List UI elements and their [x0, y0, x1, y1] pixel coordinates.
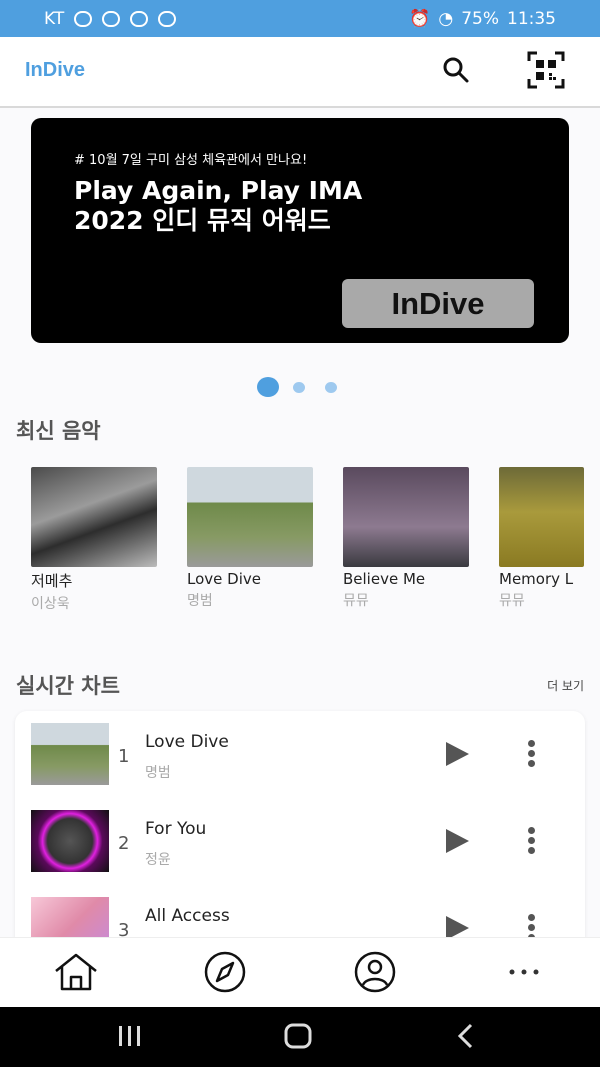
cloud-icon: [158, 11, 177, 27]
album-card[interactable]: Love Dive 명범: [187, 467, 313, 610]
carousel-dot[interactable]: [293, 382, 305, 393]
clock: 11:35: [507, 9, 556, 29]
nav-more-button[interactable]: [500, 951, 548, 993]
carousel-dot-active[interactable]: [257, 377, 279, 397]
track-title: Love Dive: [145, 732, 229, 752]
screenshot-icon: [130, 11, 149, 27]
back-icon[interactable]: [456, 1023, 476, 1049]
carousel-indicator: [0, 377, 600, 397]
qr-scan-button[interactable]: [527, 51, 565, 89]
play-icon[interactable]: [446, 742, 469, 766]
app-logo: InDive: [25, 59, 86, 81]
chart-row[interactable]: 2 For You 정윤: [15, 810, 585, 897]
latest-music-title: 최신 음악: [16, 419, 101, 443]
album-artist: 이상욱: [31, 596, 70, 612]
chart-row[interactable]: 1 Love Dive 명범: [15, 723, 585, 810]
compass-icon: [204, 951, 246, 993]
app-bar: InDive: [0, 37, 600, 108]
album-card[interactable]: Memory L 뮤뮤: [499, 467, 584, 610]
album-cover: [343, 467, 469, 567]
album-name: 저메추: [31, 572, 73, 590]
more-vertical-icon[interactable]: [525, 740, 537, 770]
album-name: Believe Me: [343, 570, 426, 588]
album-cover: [31, 467, 157, 567]
nav-home-button[interactable]: [52, 951, 100, 993]
home-system-icon[interactable]: [283, 1023, 313, 1049]
track-artist: 정윤: [145, 852, 171, 868]
realtime-chart-title: 실시간 차트: [16, 674, 120, 698]
qr-code-icon: [527, 51, 565, 89]
nav-explore-button[interactable]: [201, 951, 249, 993]
banner-title: Play Again, Play IMA 2022 인디 뮤직 어워드: [74, 176, 363, 235]
track-cover: [31, 810, 109, 872]
status-bar: KT ⏰ ◔ 75% 11:35: [0, 0, 600, 37]
recent-apps-icon[interactable]: [116, 1024, 144, 1048]
see-more-link[interactable]: 더 보기: [547, 677, 584, 694]
album-artist: 뮤뮤: [343, 593, 369, 609]
album-name: Love Dive: [187, 570, 261, 588]
album-cover: [499, 467, 584, 567]
album-card[interactable]: 저메추 이상욱: [31, 467, 157, 613]
notification-icon: [102, 11, 121, 27]
banner-tag: # 10월 7일 구미 삼성 체육관에서 만나요!: [74, 153, 308, 168]
album-name: Memory L: [499, 570, 574, 588]
nav-profile-button[interactable]: [351, 951, 399, 993]
carrier-label: KT: [44, 9, 65, 29]
album-artist: 뮤뮤: [499, 593, 525, 609]
bottom-navigation: [0, 937, 600, 1008]
talk-icon: [74, 11, 93, 27]
carousel-dot[interactable]: [325, 382, 337, 393]
track-rank: 2: [118, 833, 130, 854]
album-cover: [187, 467, 313, 567]
album-artist: 명범: [187, 593, 213, 609]
more-horizontal-icon: [509, 969, 539, 975]
play-icon[interactable]: [446, 829, 469, 853]
track-cover: [31, 723, 109, 785]
track-title: All Access: [145, 906, 230, 926]
alarm-icon: ⏰: [409, 9, 431, 29]
album-card[interactable]: Believe Me 뮤뮤: [343, 467, 469, 610]
battery-label: 75%: [461, 9, 499, 29]
track-rank: 1: [118, 746, 130, 767]
profile-icon: [354, 951, 396, 993]
track-title: For You: [145, 819, 207, 839]
banner-logo-badge: InDive: [342, 279, 534, 328]
track-artist: 명범: [145, 765, 171, 781]
system-nav-bar: [0, 1007, 600, 1067]
more-vertical-icon[interactable]: [525, 827, 537, 857]
home-icon: [55, 953, 97, 991]
search-button[interactable]: [440, 54, 472, 86]
search-icon: [443, 57, 469, 83]
wifi-icon: ◔: [438, 9, 454, 29]
promo-banner[interactable]: # 10월 7일 구미 삼성 체육관에서 만나요! Play Again, Pl…: [31, 118, 569, 343]
